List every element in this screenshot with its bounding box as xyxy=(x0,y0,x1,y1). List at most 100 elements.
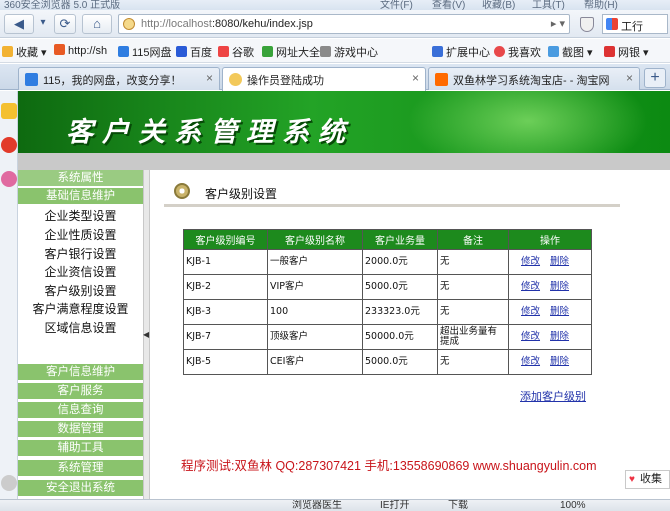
menu-tools[interactable]: 工具(T) xyxy=(532,0,565,10)
collapse-arrow-icon[interactable]: ◀ xyxy=(143,330,149,339)
downloads-button[interactable]: 下载 xyxy=(448,500,468,511)
favorite-link-google[interactable]: 谷歌 xyxy=(218,44,254,60)
footer-credit: 程序测试:双鱼林 QQ:287307421 手机:13558690869 www… xyxy=(181,459,597,473)
delete-link[interactable]: 删除 xyxy=(550,281,569,292)
section-divider xyxy=(164,204,620,207)
menu-logout[interactable]: 安全退出系统 xyxy=(18,480,143,497)
favorites-bar: 收藏 ▾ http://sh 115网盘 百度 谷歌 网址大全 游戏中心 扩展中… xyxy=(0,39,670,63)
page-icon xyxy=(54,44,65,55)
menu-item-region[interactable]: 区域信息设置 xyxy=(18,319,143,337)
favorite-link-baidu[interactable]: 百度 xyxy=(176,44,212,60)
refresh-button[interactable]: ⟳ xyxy=(54,14,76,34)
open-in-ie-button[interactable]: IE打开 xyxy=(380,500,409,511)
cloud-disk-icon xyxy=(118,46,129,57)
delete-link[interactable]: 删除 xyxy=(550,356,569,367)
menu-group-data[interactable]: 数据管理 xyxy=(18,421,143,438)
security-shield-icon[interactable] xyxy=(580,17,594,32)
menu-item-customer-bank[interactable]: 客户银行设置 xyxy=(18,245,143,263)
level-name: 100 xyxy=(267,299,363,325)
favorite-link-sh[interactable]: http://sh xyxy=(54,44,107,57)
menu-group-tools[interactable]: 辅助工具 xyxy=(18,440,143,457)
level-id: KJB-1 xyxy=(183,249,268,275)
menu-group-query[interactable]: 信息查询 xyxy=(18,402,143,419)
level-note: 无 xyxy=(437,349,509,375)
address-bar[interactable]: http://localhost:8080/kehu/index.jsp ▸ ▾ xyxy=(118,14,570,34)
delete-link[interactable]: 删除 xyxy=(550,331,569,342)
header-glow xyxy=(398,91,658,153)
menu-item-customer-level[interactable]: 客户级别设置 xyxy=(18,282,143,300)
menu-group-customer-service[interactable]: 客户服务 xyxy=(18,383,143,400)
tab-taobao[interactable]: 双鱼林学习系统淘宝店- - 淘宝网 × xyxy=(428,67,640,90)
level-id: KJB-2 xyxy=(183,274,268,300)
edit-link[interactable]: 修改 xyxy=(521,356,540,367)
menu-help[interactable]: 帮助(H) xyxy=(584,0,618,10)
back-arrow-icon: ◀ xyxy=(14,16,24,31)
favorite-link-nav[interactable]: 网址大全 xyxy=(262,44,320,60)
table-row: KJB-1 一般客户 2000.0元 无 修改 删除 xyxy=(183,249,592,275)
favorites-star-icon[interactable] xyxy=(1,103,17,119)
new-tab-button[interactable]: + xyxy=(644,68,666,88)
search-box[interactable]: 工行 xyxy=(602,14,668,34)
level-name: VIP客户 xyxy=(267,274,363,300)
level-id: KJB-5 xyxy=(183,349,268,375)
settings-gear-icon[interactable] xyxy=(1,475,17,491)
menu-item-satisfaction[interactable]: 客户满意程度设置 xyxy=(18,300,143,318)
edit-link[interactable]: 修改 xyxy=(521,281,540,292)
browser-doctor-button[interactable]: 浏览器医生 xyxy=(292,500,342,511)
favorite-link-games[interactable]: 游戏中心 xyxy=(320,44,378,60)
edit-link[interactable]: 修改 xyxy=(521,306,540,317)
tab-close-icon[interactable]: × xyxy=(412,71,419,85)
sidebar-splitter[interactable]: ◀ xyxy=(143,170,150,511)
menu-item-enterprise-nature[interactable]: 企业性质设置 xyxy=(18,226,143,244)
go-arrow-icon[interactable]: ▸ ▾ xyxy=(551,17,565,30)
window-titlebar: 360安全浏览器 5.0 正式版 文件(F) 查看(V) 收藏(B) 工具(T)… xyxy=(0,0,670,10)
collect-button[interactable]: 收集 xyxy=(625,470,670,489)
menu-item-enterprise-credit[interactable]: 企业资信设置 xyxy=(18,263,143,281)
menu-group-customer-info[interactable]: 客户信息维护 xyxy=(18,364,143,381)
menu-group-system-attributes[interactable]: 系统属性 xyxy=(18,170,143,187)
row-actions: 修改 删除 xyxy=(508,249,592,275)
row-actions: 修改 删除 xyxy=(508,324,592,350)
weibo-icon[interactable] xyxy=(1,137,17,153)
edit-link[interactable]: 修改 xyxy=(521,331,540,342)
google-icon xyxy=(218,46,229,57)
zoom-level[interactable]: 100% xyxy=(560,500,586,511)
back-dropdown-icon[interactable]: ▾ xyxy=(36,14,50,34)
level-volume: 5000.0元 xyxy=(362,349,438,375)
menu-item-enterprise-type[interactable]: 企业类型设置 xyxy=(18,207,143,225)
search-text: 工行 xyxy=(621,21,643,33)
edit-link[interactable]: 修改 xyxy=(521,256,540,267)
menu-view[interactable]: 查看(V) xyxy=(432,0,465,10)
address-url[interactable]: http://localhost:8080/kehu/index.jsp xyxy=(141,18,313,30)
heart-icon xyxy=(494,46,505,57)
section-title: 客户级别设置 xyxy=(205,187,278,201)
home-icon: ⌂ xyxy=(93,16,101,31)
level-name: 一般客户 xyxy=(267,249,363,275)
menu-favorites[interactable]: 收藏(B) xyxy=(482,0,515,10)
gamepad-icon xyxy=(320,46,331,57)
email-icon[interactable] xyxy=(1,171,17,187)
delete-link[interactable]: 删除 xyxy=(550,306,569,317)
back-button[interactable]: ◀ xyxy=(4,14,34,34)
customer-level-table: 客户级别编号 客户级别名称 客户业务量 备注 操作 KJB-1 一般客户 200… xyxy=(183,229,592,375)
search-engine-icon[interactable] xyxy=(606,18,618,30)
site-favicon-icon xyxy=(123,18,135,30)
tab-login-success[interactable]: 操作员登陆成功 × xyxy=(222,67,426,91)
favorite-link-115[interactable]: 115网盘 xyxy=(118,44,172,60)
tab-close-icon[interactable]: × xyxy=(626,71,633,85)
screenshot-button[interactable]: 截图 ▾ xyxy=(548,44,593,60)
netbank-button[interactable]: 网银 ▾ xyxy=(604,44,649,60)
likes-button[interactable]: 我喜欢 xyxy=(494,44,541,60)
section-bullet-icon xyxy=(174,183,190,199)
delete-link[interactable]: 删除 xyxy=(550,256,569,267)
home-button[interactable]: ⌂ xyxy=(82,14,112,34)
menu-group-basic-info[interactable]: 基础信息维护 xyxy=(18,188,143,205)
side-toolbar xyxy=(0,91,18,511)
tab-115[interactable]: 115，我的网盘，改变分享！ × xyxy=(18,67,220,90)
favorites-menu[interactable]: 收藏 ▾ xyxy=(2,44,47,60)
add-customer-level-link[interactable]: 添加客户级别 xyxy=(520,388,586,404)
menu-group-system-admin[interactable]: 系统管理 xyxy=(18,460,143,477)
menu-file[interactable]: 文件(F) xyxy=(380,0,413,10)
extensions-button[interactable]: 扩展中心 xyxy=(432,44,490,60)
tab-close-icon[interactable]: × xyxy=(206,71,213,85)
